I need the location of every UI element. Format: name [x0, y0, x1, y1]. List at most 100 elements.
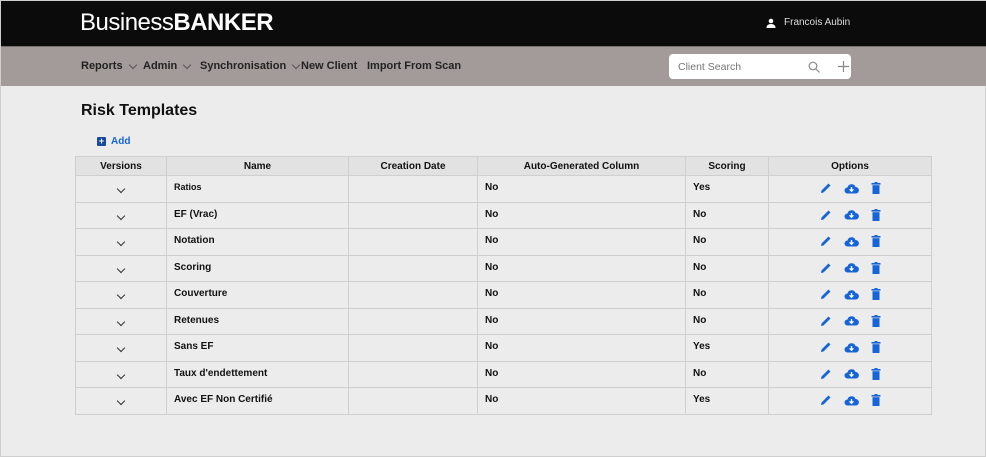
scoring-cell: Yes — [685, 175, 769, 203]
options-cell — [768, 334, 932, 362]
creation-date-cell — [348, 360, 478, 388]
expand-chevron-icon[interactable] — [116, 396, 126, 406]
options-cell — [768, 360, 932, 388]
delete-icon[interactable] — [871, 394, 881, 409]
user-icon — [766, 18, 776, 28]
table-row: Scoring No No — [75, 254, 932, 282]
delete-icon[interactable] — [871, 182, 881, 197]
edit-icon[interactable] — [820, 315, 832, 330]
chevron-down-icon — [128, 60, 137, 69]
delete-icon[interactable] — [871, 208, 881, 224]
auto-generated-cell: No — [477, 175, 686, 203]
versions-cell — [75, 387, 167, 415]
expand-chevron-icon[interactable] — [116, 370, 126, 379]
name-cell: Scoring — [166, 254, 349, 282]
scoring-cell: No — [685, 254, 769, 282]
expand-chevron-icon[interactable] — [116, 211, 126, 220]
delete-icon[interactable] — [871, 341, 881, 356]
expand-chevron-icon[interactable] — [116, 290, 126, 300]
col-scoring: Scoring — [685, 156, 769, 176]
expand-chevron-icon[interactable] — [116, 237, 126, 247]
creation-date-cell — [348, 387, 478, 415]
edit-icon[interactable] — [820, 182, 832, 197]
edit-icon[interactable] — [820, 368, 832, 383]
cloud-download-icon[interactable] — [844, 395, 859, 409]
col-auto-generated: Auto-Generated Column — [477, 156, 686, 176]
auto-generated-cell: No — [477, 281, 686, 309]
chevron-down-icon — [182, 60, 192, 69]
expand-chevron-icon[interactable] — [116, 264, 126, 273]
nav-label: Admin — [143, 60, 178, 72]
scoring-cell: No — [685, 360, 769, 388]
logo-light: Business — [80, 9, 174, 36]
delete-icon[interactable] — [871, 235, 881, 250]
scoring-cell: Yes — [685, 387, 769, 415]
search-icon[interactable] — [808, 61, 820, 73]
table-row: Ratios No Yes — [75, 175, 932, 203]
auto-generated-cell: No — [477, 228, 686, 256]
options-cell — [768, 228, 932, 256]
auto-generated-cell: No — [477, 360, 686, 388]
creation-date-cell — [348, 281, 478, 309]
add-label: Add — [111, 136, 131, 147]
scoring-cell: No — [685, 281, 769, 309]
auto-generated-cell: No — [477, 334, 686, 362]
name-cell: Notation — [166, 228, 349, 256]
client-search-input[interactable] — [678, 60, 788, 73]
delete-icon[interactable] — [871, 288, 881, 303]
name-cell: Sans EF — [166, 334, 349, 362]
cloud-download-icon[interactable] — [844, 342, 859, 356]
auto-generated-cell: No — [477, 254, 686, 282]
cloud-download-icon[interactable] — [844, 183, 859, 197]
name-cell: Retenues — [166, 307, 349, 335]
user-name: Francois Aubin — [784, 17, 851, 28]
delete-icon[interactable] — [871, 261, 881, 277]
nav-synchronisation[interactable]: Synchronisation — [200, 60, 301, 72]
expand-chevron-icon[interactable] — [116, 343, 126, 353]
expand-chevron-icon[interactable] — [116, 317, 126, 326]
nav-bar: Reports Admin Synchronisation New Client… — [1, 46, 986, 86]
delete-icon[interactable] — [871, 314, 881, 330]
auto-generated-cell: No — [477, 201, 686, 229]
scoring-cell: No — [685, 228, 769, 256]
edit-icon[interactable] — [820, 262, 832, 277]
versions-cell — [75, 228, 167, 256]
name-cell: Ratios — [166, 175, 349, 203]
edit-icon[interactable] — [820, 209, 832, 224]
plus-icon[interactable] — [838, 61, 849, 72]
edit-icon[interactable] — [820, 394, 832, 409]
options-cell — [768, 201, 932, 229]
edit-icon[interactable] — [820, 341, 832, 356]
cloud-download-icon[interactable] — [844, 209, 859, 223]
cloud-download-icon[interactable] — [844, 368, 859, 382]
table-row: Notation No No — [75, 228, 932, 256]
nav-reports[interactable]: Reports — [81, 60, 137, 72]
expand-chevron-icon[interactable] — [116, 184, 126, 194]
edit-icon[interactable] — [820, 288, 832, 303]
user-menu[interactable]: Francois Aubin — [766, 17, 850, 28]
nav-admin[interactable]: Admin — [143, 60, 192, 72]
plus-square-icon: + — [97, 136, 106, 146]
cloud-download-icon[interactable] — [844, 262, 859, 276]
delete-icon[interactable] — [871, 367, 881, 383]
cloud-download-icon[interactable] — [844, 236, 859, 250]
cloud-download-icon[interactable] — [844, 289, 859, 303]
nav-label: New Client — [301, 60, 358, 72]
col-creation-date: Creation Date — [348, 156, 478, 176]
creation-date-cell — [348, 175, 478, 203]
creation-date-cell — [348, 307, 478, 335]
cloud-download-icon[interactable] — [844, 315, 859, 329]
table-row: EF (Vrac) No No — [75, 201, 932, 229]
scoring-cell: No — [685, 307, 769, 335]
scoring-cell: No — [685, 201, 769, 229]
edit-icon[interactable] — [820, 235, 832, 250]
nav-import-from-scan[interactable]: Import From Scan — [367, 60, 461, 72]
options-cell — [768, 387, 932, 415]
logo-bold: BANKER — [173, 9, 274, 36]
nav-new-client[interactable]: New Client — [301, 60, 357, 72]
table-row: Retenues No No — [75, 307, 932, 335]
logo[interactable]: BusinessBANKER — [80, 9, 274, 37]
add-button[interactable]: + Add — [97, 136, 130, 147]
auto-generated-cell: No — [477, 387, 686, 415]
options-cell — [768, 307, 932, 335]
